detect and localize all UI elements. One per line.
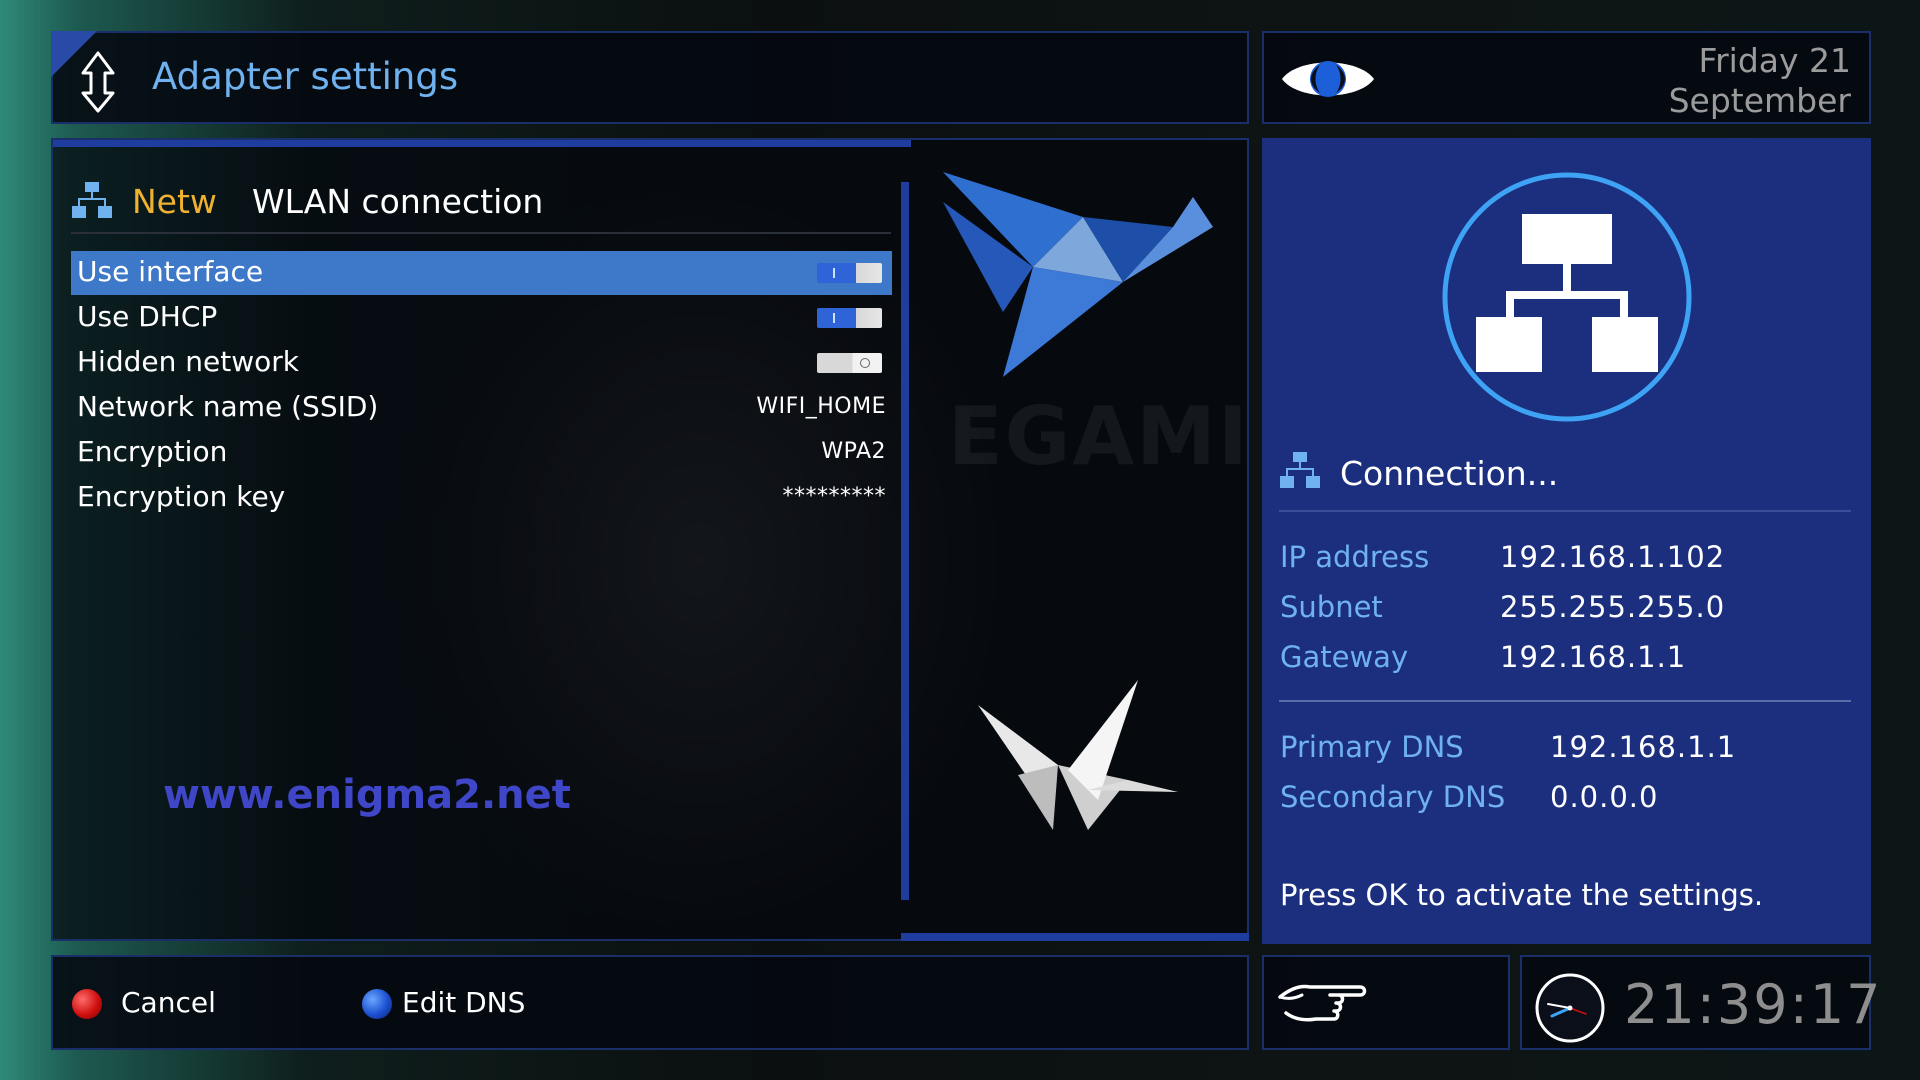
date-panel: Friday 21 September bbox=[1262, 31, 1871, 124]
divider bbox=[1279, 700, 1851, 702]
up-down-arrow-icon bbox=[81, 51, 115, 113]
analog-clock-icon bbox=[1535, 973, 1605, 1043]
secondary-dns-value: 0.0.0.0 bbox=[1550, 780, 1659, 814]
subnet-label: Subnet bbox=[1280, 590, 1383, 624]
top-accent-bar bbox=[53, 140, 911, 147]
vertical-separator bbox=[901, 182, 909, 900]
cancel-button[interactable]: Cancel bbox=[121, 986, 216, 1019]
clock-time: 21:39:17 bbox=[1624, 973, 1883, 1036]
connection-status-title: Connection... bbox=[1340, 454, 1559, 493]
gateway-label: Gateway bbox=[1280, 640, 1409, 674]
clock-panel: 21:39:17 bbox=[1520, 955, 1881, 1050]
setting-row-encryption[interactable]: Encryption WPA2 bbox=[71, 431, 892, 475]
title-bar: Adapter settings bbox=[51, 31, 1249, 124]
primary-dns-label: Primary DNS bbox=[1280, 730, 1464, 764]
eye-logo-icon bbox=[1282, 61, 1374, 97]
ip-address-label: IP address bbox=[1280, 540, 1430, 574]
website-watermark: www.enigma2.net bbox=[163, 772, 571, 818]
date-display: Friday 21 September bbox=[1669, 41, 1851, 121]
divider bbox=[71, 232, 891, 234]
subnet-value: 255.255.255.0 bbox=[1500, 590, 1726, 624]
bottom-accent-bar bbox=[901, 933, 1249, 941]
blue-key-icon[interactable] bbox=[362, 989, 392, 1019]
activate-hint: Press OK to activate the settings. bbox=[1280, 878, 1764, 912]
page-title: Adapter settings bbox=[152, 55, 459, 98]
setting-label: Use interface bbox=[77, 255, 264, 288]
hint-panel bbox=[1262, 955, 1510, 1050]
setting-label: Encryption key bbox=[77, 480, 286, 513]
use-dhcp-toggle[interactable] bbox=[817, 308, 882, 328]
date-line-2: September bbox=[1668, 81, 1851, 120]
network-tree-icon bbox=[1280, 452, 1320, 488]
hand-pointer-icon bbox=[1278, 984, 1367, 1022]
hidden-network-toggle[interactable] bbox=[817, 353, 882, 373]
section-title: WLAN connection bbox=[252, 182, 544, 221]
paper-crane-graphic bbox=[978, 680, 1178, 830]
red-key-icon[interactable] bbox=[72, 989, 102, 1019]
setting-label: Encryption bbox=[77, 435, 228, 468]
setting-row-use-interface[interactable]: Use interface bbox=[71, 251, 892, 295]
setting-label: Use DHCP bbox=[77, 300, 218, 333]
connection-info-panel: Connection... IP address 192.168.1.102 S… bbox=[1262, 138, 1871, 944]
egami-watermark: EGAMI bbox=[948, 390, 1250, 483]
network-tree-icon bbox=[72, 182, 112, 218]
bird-graphic bbox=[943, 172, 1213, 377]
setting-row-ssid[interactable]: Network name (SSID) WIFI_HOME bbox=[71, 386, 892, 430]
date-line-1: Friday 21 bbox=[1698, 41, 1852, 80]
setting-label: Hidden network bbox=[77, 345, 299, 378]
primary-dns-value: 192.168.1.1 bbox=[1550, 730, 1737, 764]
use-interface-toggle[interactable] bbox=[817, 263, 882, 283]
divider bbox=[1279, 510, 1851, 512]
ssid-value[interactable]: WIFI_HOME bbox=[756, 394, 886, 419]
gateway-value: 192.168.1.1 bbox=[1500, 640, 1687, 674]
setting-row-hidden-network[interactable]: Hidden network bbox=[71, 341, 892, 385]
button-bar: Cancel Edit DNS bbox=[51, 955, 1249, 1050]
secondary-dns-label: Secondary DNS bbox=[1280, 780, 1506, 814]
settings-panel: Netw WLAN connection Use interface Use D… bbox=[51, 138, 1249, 941]
encryption-value[interactable]: WPA2 bbox=[821, 439, 886, 464]
setting-row-use-dhcp[interactable]: Use DHCP bbox=[71, 296, 892, 340]
network-hierarchy-icon bbox=[1442, 172, 1692, 422]
edit-dns-button[interactable]: Edit DNS bbox=[402, 986, 525, 1019]
encryption-key-value[interactable]: ********* bbox=[783, 484, 887, 509]
ip-address-value: 192.168.1.102 bbox=[1500, 540, 1726, 574]
setting-row-encryption-key[interactable]: Encryption key ********* bbox=[71, 476, 892, 520]
section-prefix: Netw bbox=[132, 182, 217, 221]
setting-label: Network name (SSID) bbox=[77, 390, 379, 423]
